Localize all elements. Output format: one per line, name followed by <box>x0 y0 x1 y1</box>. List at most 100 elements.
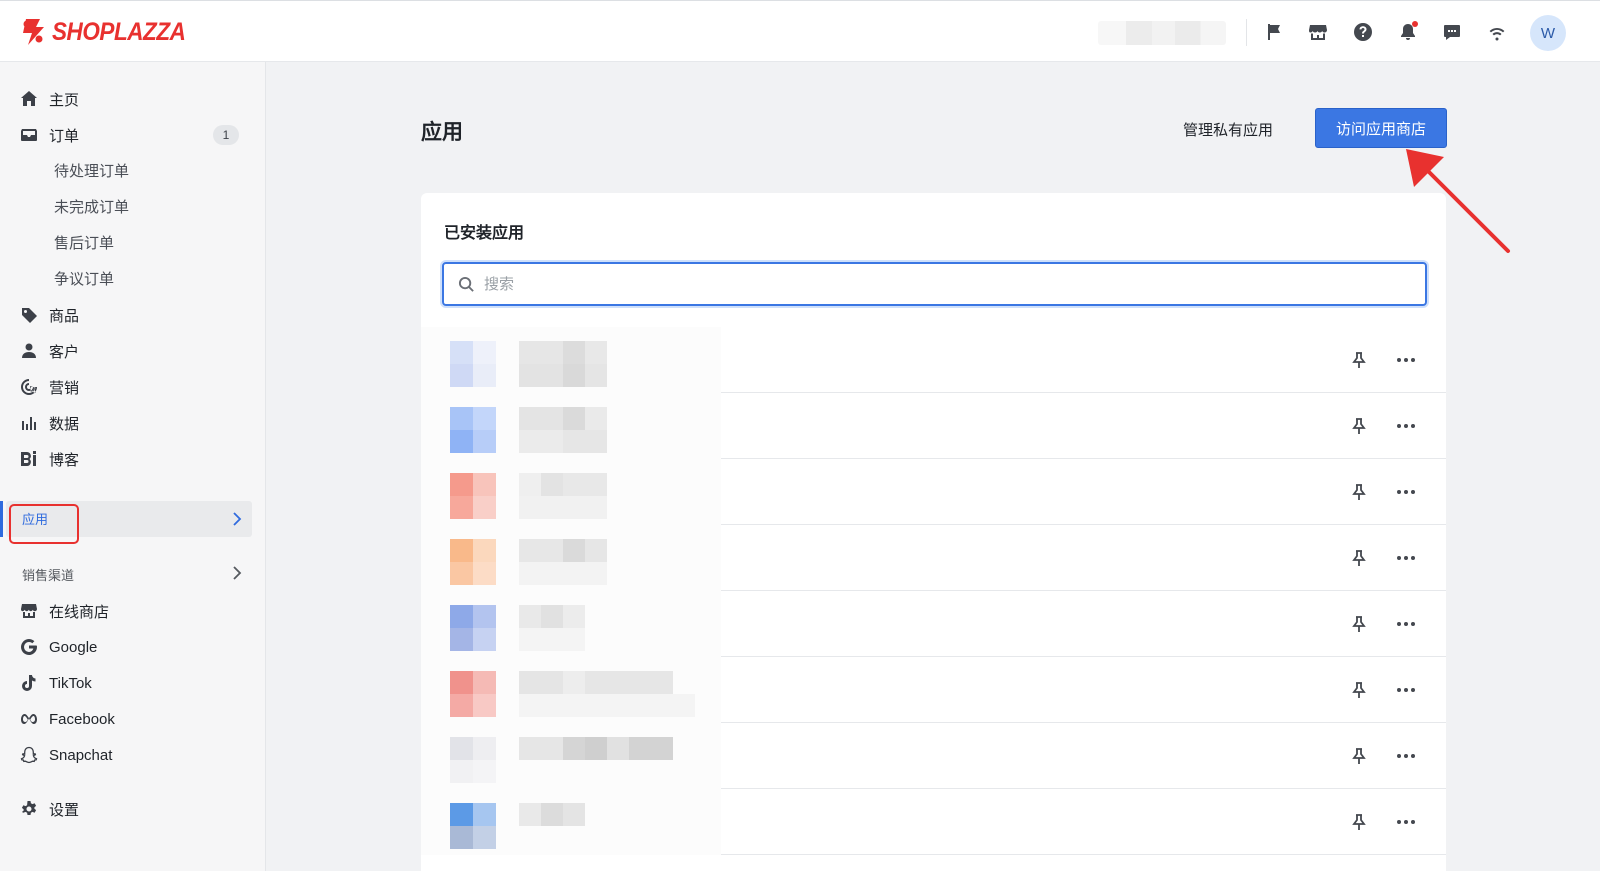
store-selector[interactable] <box>1098 21 1226 45</box>
more-actions-button[interactable] <box>1394 417 1418 435</box>
home-icon <box>20 90 38 108</box>
sidebar-item-orders[interactable]: 订单 <box>20 122 79 148</box>
sidebar-item-products[interactable]: 商品 <box>20 302 79 328</box>
sidebar-item-label: 博客 <box>49 451 80 469</box>
sidebar-item-blog[interactable]: 博客 <box>20 446 79 472</box>
person-icon <box>20 342 38 360</box>
sidebar-item-label: 主页 <box>49 91 80 109</box>
sidebar-item-label: Google <box>49 638 98 656</box>
chevron-right-icon[interactable] <box>232 566 242 580</box>
sidebar-subitem-pending-orders[interactable]: 待处理订单 <box>54 161 129 183</box>
sidebar-item-label: 订单 <box>49 127 80 145</box>
blog-icon <box>20 450 38 468</box>
store-icon[interactable] <box>1307 21 1329 43</box>
sidebar-item-online-store[interactable]: 在线商店 <box>20 598 109 624</box>
app-row[interactable] <box>421 723 1446 789</box>
meta-icon <box>20 710 38 728</box>
sidebar-item-analytics[interactable]: 数据 <box>20 410 79 436</box>
visit-app-store-button[interactable]: 访问应用商店 <box>1315 108 1447 148</box>
more-actions-button[interactable] <box>1394 681 1418 699</box>
app-row[interactable] <box>421 591 1446 657</box>
store-icon <box>20 602 38 620</box>
active-indicator <box>0 501 3 537</box>
more-actions-button[interactable] <box>1394 615 1418 633</box>
app-info-blurred <box>421 525 721 591</box>
flag-icon[interactable] <box>1263 21 1285 43</box>
user-avatar[interactable]: W <box>1530 15 1566 51</box>
pin-icon[interactable] <box>1351 615 1367 633</box>
wifi-icon[interactable] <box>1486 21 1508 43</box>
installed-apps-title: 已安装应用 <box>444 225 525 242</box>
app-row[interactable] <box>421 657 1446 723</box>
sidebar-subitem-aftersale-orders[interactable]: 售后订单 <box>54 233 114 255</box>
sidebar-item-settings[interactable]: 设置 <box>20 796 79 822</box>
app-thumbnail <box>450 671 496 717</box>
sidebar-item-facebook[interactable]: Facebook <box>20 706 115 732</box>
app-thumbnail <box>450 539 496 585</box>
more-actions-button[interactable] <box>1394 813 1418 831</box>
sidebar-item-label: Facebook <box>49 710 115 728</box>
inbox-icon <box>20 126 38 144</box>
app-info-blurred <box>421 591 721 657</box>
shoplazza-logo[interactable]: SHOPLAZZA <box>20 17 200 47</box>
app-info-blurred <box>421 459 721 525</box>
sidebar-item-google[interactable]: Google <box>20 634 97 660</box>
pin-icon[interactable] <box>1351 681 1367 699</box>
pin-icon[interactable] <box>1351 483 1367 501</box>
search-icon <box>458 276 474 292</box>
app-thumbnail <box>450 473 496 519</box>
search-input[interactable] <box>484 275 1384 293</box>
page-title: 应用 <box>421 121 463 144</box>
pin-icon[interactable] <box>1351 549 1367 567</box>
app-info-blurred <box>421 393 721 459</box>
pin-icon[interactable] <box>1351 747 1367 765</box>
sidebar-subitem-unfinished-orders[interactable]: 未完成订单 <box>54 197 129 219</box>
sidebar-subitem-disputed-orders[interactable]: 争议订单 <box>54 269 114 291</box>
sidebar-item-tiktok[interactable]: TikTok <box>20 670 92 696</box>
more-actions-button[interactable] <box>1394 351 1418 369</box>
app-row[interactable] <box>421 393 1446 459</box>
sidebar-item-label: TikTok <box>49 674 92 692</box>
app-info-blurred <box>421 657 721 723</box>
google-icon <box>20 638 38 656</box>
sidebar-item-snapchat[interactable]: Snapchat <box>20 742 112 768</box>
more-actions-button[interactable] <box>1394 549 1418 567</box>
sidebar-item-marketing[interactable]: 营销 <box>20 374 79 400</box>
tiktok-icon <box>20 674 38 692</box>
app-info-blurred <box>421 327 721 393</box>
app-row[interactable] <box>421 459 1446 525</box>
manage-private-apps-link[interactable]: 管理私有应用 <box>1183 119 1273 140</box>
help-icon[interactable] <box>1352 21 1374 43</box>
sales-channels-header: 销售渠道 <box>22 568 75 583</box>
app-row[interactable] <box>421 525 1446 591</box>
message-icon[interactable] <box>1441 21 1463 43</box>
sidebar-item-label: 商品 <box>49 307 80 325</box>
gear-icon <box>20 800 38 818</box>
notification-dot <box>1412 21 1418 27</box>
top-bar: SHOPLAZZA W <box>0 0 1600 62</box>
pin-icon[interactable] <box>1351 417 1367 435</box>
shoplazza-logo-icon <box>23 19 44 45</box>
chevron-right-icon <box>233 512 242 526</box>
snapchat-icon <box>20 746 38 764</box>
pin-icon[interactable] <box>1351 351 1367 369</box>
sidebar-item-home[interactable]: 主页 <box>20 86 79 112</box>
app-thumbnail <box>450 737 496 783</box>
pin-icon[interactable] <box>1351 813 1367 831</box>
sidebar-item-label: 在线商店 <box>49 603 110 621</box>
highlight-box <box>9 504 79 544</box>
more-actions-button[interactable] <box>1394 483 1418 501</box>
bell-icon[interactable] <box>1397 21 1419 43</box>
tag-icon <box>20 306 38 324</box>
app-row[interactable] <box>421 789 1446 855</box>
app-info-blurred <box>421 723 721 789</box>
divider <box>1246 19 1247 46</box>
sidebar-item-label: Snapchat <box>49 746 113 764</box>
sidebar-item-customers[interactable]: 客户 <box>20 338 79 364</box>
installed-apps-card: 已安装应用 <box>421 193 1446 871</box>
bar-chart-icon <box>20 414 38 432</box>
app-row[interactable] <box>421 327 1446 393</box>
more-actions-button[interactable] <box>1394 747 1418 765</box>
search-box[interactable] <box>442 262 1427 306</box>
app-thumbnail <box>450 803 496 849</box>
